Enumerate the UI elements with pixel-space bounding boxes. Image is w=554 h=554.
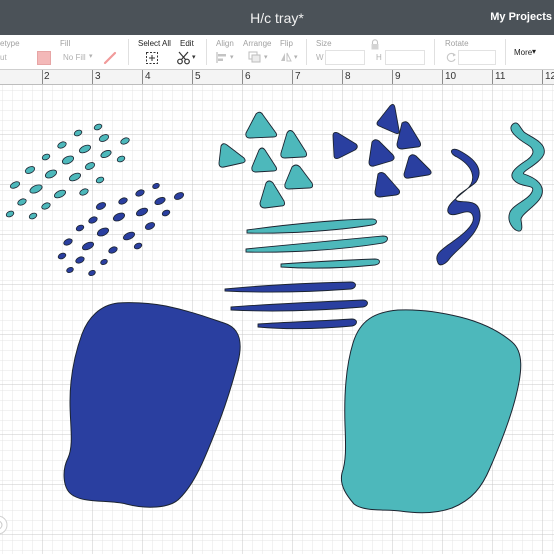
edit-chevron-icon[interactable]: ▾ <box>192 53 196 61</box>
fill-dropdown[interactable]: No Fill <box>63 53 86 62</box>
align-icon[interactable] <box>216 52 228 63</box>
select-all-icon[interactable] <box>145 51 159 65</box>
rotate-input[interactable] <box>458 50 496 65</box>
rotate-icon <box>446 52 456 62</box>
arrange-label: Arrange <box>243 39 272 48</box>
arrange-icon[interactable] <box>248 51 262 63</box>
pen-icon[interactable] <box>102 50 118 66</box>
size-label: Size <box>316 39 332 48</box>
edit-toolbar: etype ut Fill No Fill ▾ Select All Edit … <box>0 35 554 70</box>
toolbar-divider <box>434 39 435 65</box>
edit-label: Edit <box>180 39 194 48</box>
toolbar-divider <box>306 39 307 65</box>
toolbar-divider <box>128 39 129 65</box>
select-all-label: Select All <box>138 39 171 48</box>
flip-label: Flip <box>280 39 293 48</box>
canvas-svg <box>0 85 554 554</box>
horizontal-ruler: 2 3 4 5 6 7 8 9 10 11 12 <box>0 70 554 85</box>
lock-icon[interactable] <box>370 39 380 50</box>
ruler-ticks <box>42 70 543 84</box>
height-input[interactable] <box>385 50 425 65</box>
design-canvas[interactable] <box>0 85 554 554</box>
width-input[interactable] <box>325 50 365 65</box>
rotate-label: Rotate <box>445 39 469 48</box>
flip-icon[interactable] <box>280 51 292 63</box>
fill-color-swatch[interactable] <box>37 51 51 65</box>
more-button[interactable]: More <box>514 48 532 57</box>
title-bar: H/c tray* My Projects <box>0 0 554 35</box>
document-title: H/c tray* <box>250 10 304 26</box>
more-chevron-icon[interactable]: ▾ <box>532 47 536 56</box>
linetype-dropdown[interactable]: ut <box>0 53 7 62</box>
size-w-label: W <box>316 53 324 62</box>
toolbar-divider <box>206 39 207 65</box>
toolbar-divider <box>505 39 506 65</box>
arrange-chevron-icon: ▾ <box>264 54 268 61</box>
size-h-label: H <box>376 53 382 62</box>
linetype-label: etype <box>0 39 20 48</box>
fill-chevron-icon: ▾ <box>89 53 93 60</box>
scissors-icon[interactable] <box>176 50 192 66</box>
flip-chevron-icon: ▾ <box>294 54 298 61</box>
align-label: Align <box>216 39 234 48</box>
align-chevron-icon: ▾ <box>230 54 234 61</box>
fill-label: Fill <box>60 39 71 48</box>
my-projects-button[interactable]: My Projects <box>490 11 554 23</box>
